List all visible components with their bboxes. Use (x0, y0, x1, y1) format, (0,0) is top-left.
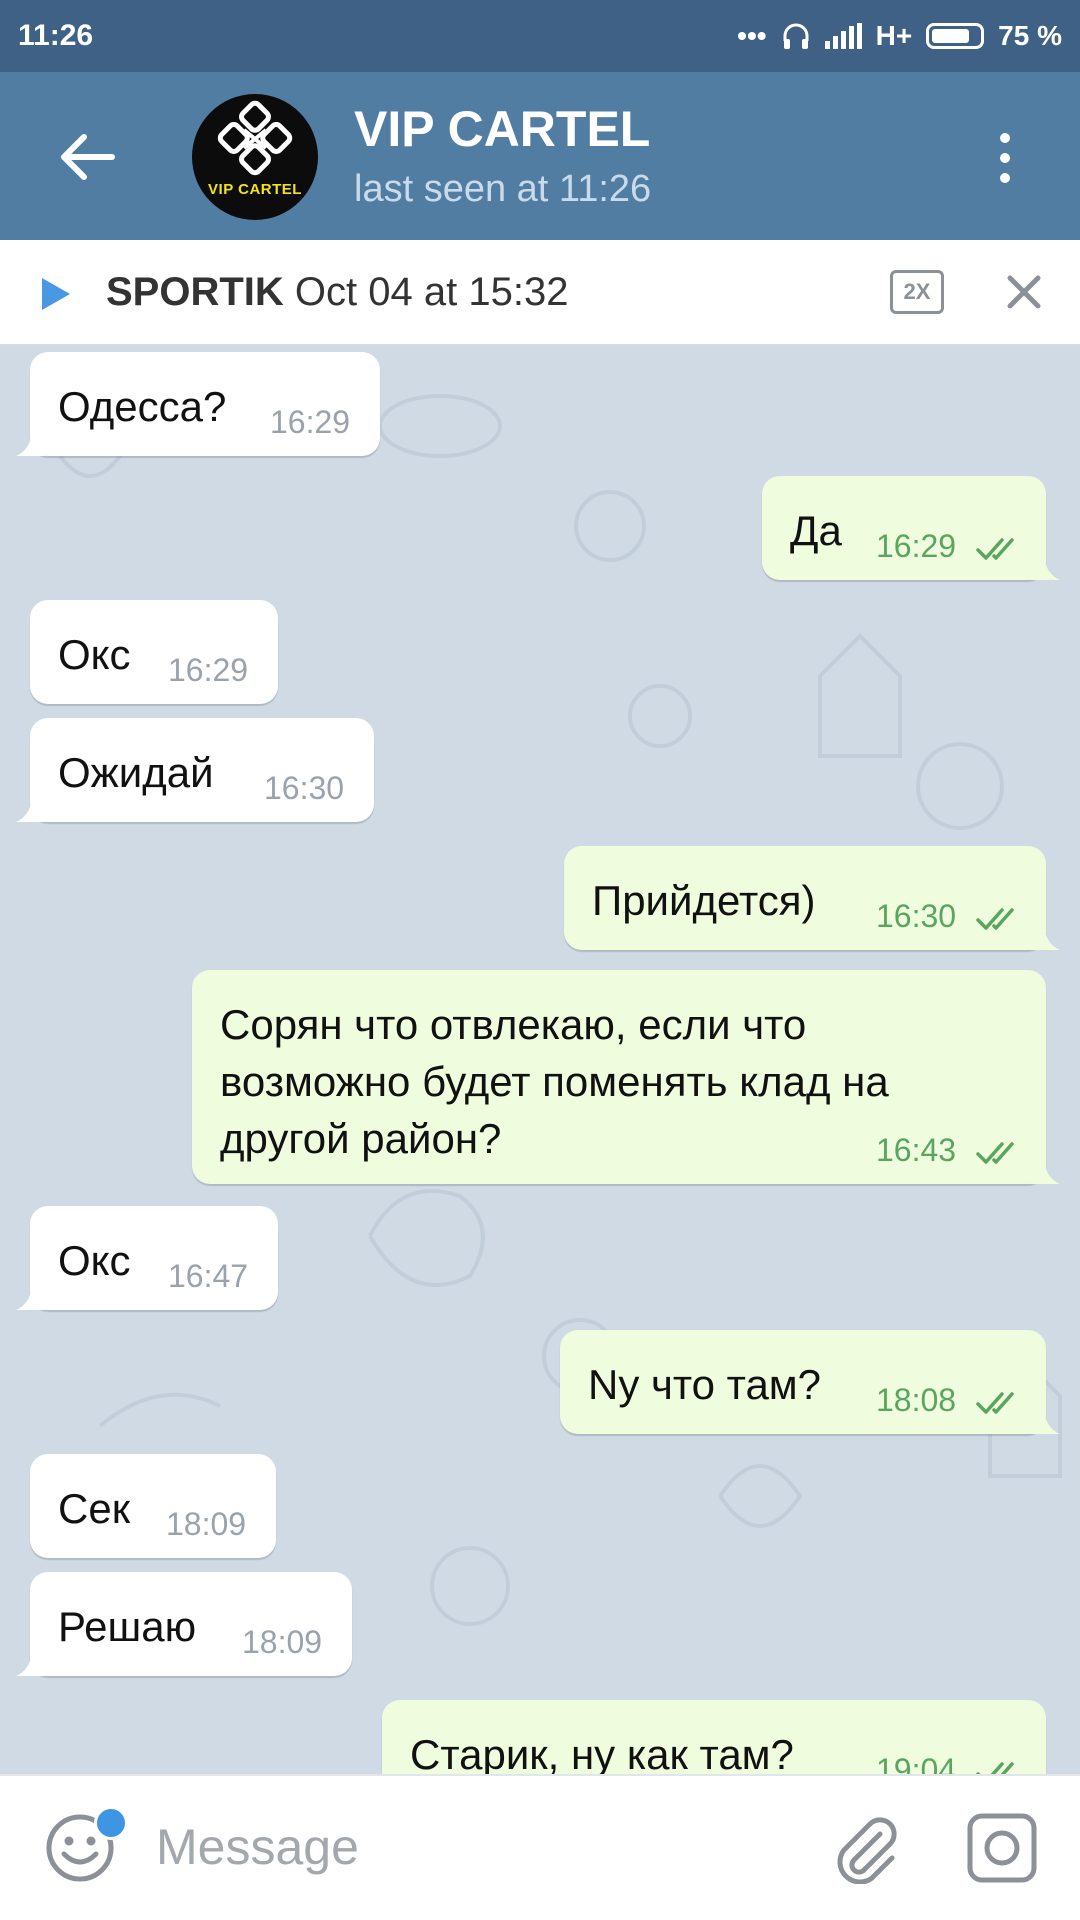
message-text: Ожидай (58, 749, 214, 796)
status-bar: 11:26 ••• H+ 75 % (0, 0, 1080, 72)
message-time: 16:47 (168, 1258, 249, 1294)
message-bubble-incoming[interactable]: Окс 16:29 (30, 600, 278, 704)
message-bubble-incoming[interactable]: Сек 18:09 (30, 1454, 276, 1558)
message-bubble-outgoing[interactable]: Прийдется) 16:30 (564, 846, 1060, 950)
message-composer: Message (0, 1774, 1080, 1920)
network-type: H+ (875, 20, 913, 51)
bubble-tail (16, 432, 46, 456)
bubble-tail (16, 1652, 46, 1676)
message-time: 18:09 (242, 1624, 323, 1660)
message-text: Одесса? (58, 383, 227, 430)
dots-icon: ••• (737, 20, 767, 51)
message-text: Окс (58, 1237, 131, 1284)
message-time: 16:29 (270, 404, 351, 440)
chat-status: last seen at 11:26 (354, 168, 652, 210)
message-time: 16:30 (876, 898, 957, 934)
bubble-tail (16, 798, 46, 822)
message-bubble-outgoing[interactable]: Да 16:29 (762, 476, 1060, 580)
message-bubble-incoming[interactable]: Окс 16:47 (16, 1206, 278, 1310)
attach-icon[interactable] (830, 1812, 900, 1884)
avatar-label: VIP CARTEL (208, 181, 302, 198)
message-text: Сек (58, 1485, 131, 1532)
bubble-tail (1030, 1160, 1060, 1184)
audio-sender: SPORTIK (106, 270, 284, 314)
message-text: Сорян что отвлекаю, если что возможно бу… (220, 996, 889, 1167)
message-text: Старик, ну как там? (410, 1731, 794, 1774)
message-time: 16:29 (876, 528, 957, 564)
chat-header: VIP CARTEL VIP CARTEL last seen at 11:26 (0, 72, 1080, 240)
bubble-tail (1030, 556, 1060, 580)
read-checkmarks-icon (976, 1392, 1014, 1414)
notification-dot (94, 1806, 128, 1840)
message-time: 18:08 (876, 1382, 957, 1418)
signal-icon (824, 23, 862, 49)
message-text: Окс (58, 631, 131, 678)
battery-percent: 75 % (998, 20, 1062, 51)
message-line: другой район? (220, 1115, 502, 1162)
battery-icon (926, 23, 985, 49)
message-time: 19:04 (876, 1752, 957, 1774)
message-time: 18:09 (166, 1506, 247, 1542)
more-vert-icon[interactable] (990, 128, 1020, 188)
avatar-logo-icon (217, 100, 293, 176)
message-text: Прийдется) (592, 877, 816, 924)
read-checkmarks-icon (976, 908, 1014, 930)
message-bubble-outgoing[interactable]: Сорян что отвлекаю, если что возможно бу… (192, 970, 1060, 1184)
chat-title[interactable]: VIP CARTEL (354, 100, 650, 158)
play-icon[interactable] (38, 274, 74, 314)
message-time: 16:30 (264, 770, 345, 806)
close-icon[interactable] (1004, 272, 1044, 312)
bubble-tail (1030, 1410, 1060, 1434)
message-text: Да (790, 507, 842, 554)
headphones-icon (783, 23, 809, 49)
message-bubble-outgoing[interactable]: Старик, ну как там? 19:04 (382, 1700, 1046, 1774)
message-bubble-incoming[interactable]: Ожидай 16:30 (16, 718, 374, 822)
message-time: 16:29 (168, 652, 249, 688)
audio-info: SPORTIK Oct 04 at 15:32 (106, 270, 568, 315)
message-list[interactable]: Одесса? 16:29 Да 16:29 Окс 16:29 Ожидай … (0, 346, 1080, 1774)
message-line: Сорян что отвлекаю, если что (220, 1001, 807, 1048)
status-time: 11:26 (18, 19, 94, 52)
audio-player-bar[interactable]: SPORTIK Oct 04 at 15:32 2X (0, 240, 1080, 346)
audio-date: Oct 04 at 15:32 (294, 270, 569, 314)
read-checkmarks-icon (976, 538, 1014, 560)
message-text: Решаю (58, 1603, 197, 1650)
status-icons: ••• H+ 75 % (737, 20, 1062, 52)
message-input[interactable]: Message (156, 1818, 359, 1876)
bubble-tail (1030, 926, 1060, 950)
message-bubble-incoming[interactable]: Решаю 18:09 (16, 1572, 352, 1676)
message-text: Ny что там? (588, 1361, 822, 1408)
message-line: возможно будет поменять клад на (220, 1058, 889, 1105)
avatar[interactable]: VIP CARTEL (192, 94, 318, 220)
bubble-tail (16, 1286, 46, 1310)
back-arrow-icon[interactable] (52, 122, 122, 192)
playback-speed-button[interactable]: 2X (890, 270, 944, 314)
camera-icon[interactable] (966, 1812, 1038, 1884)
message-bubble-incoming[interactable]: Одесса? 16:29 (16, 352, 380, 456)
message-time: 16:43 (876, 1132, 957, 1168)
read-checkmarks-icon (976, 1762, 1014, 1774)
message-bubble-outgoing[interactable]: Ny что там? 18:08 (560, 1330, 1060, 1434)
read-checkmarks-icon (976, 1142, 1014, 1164)
